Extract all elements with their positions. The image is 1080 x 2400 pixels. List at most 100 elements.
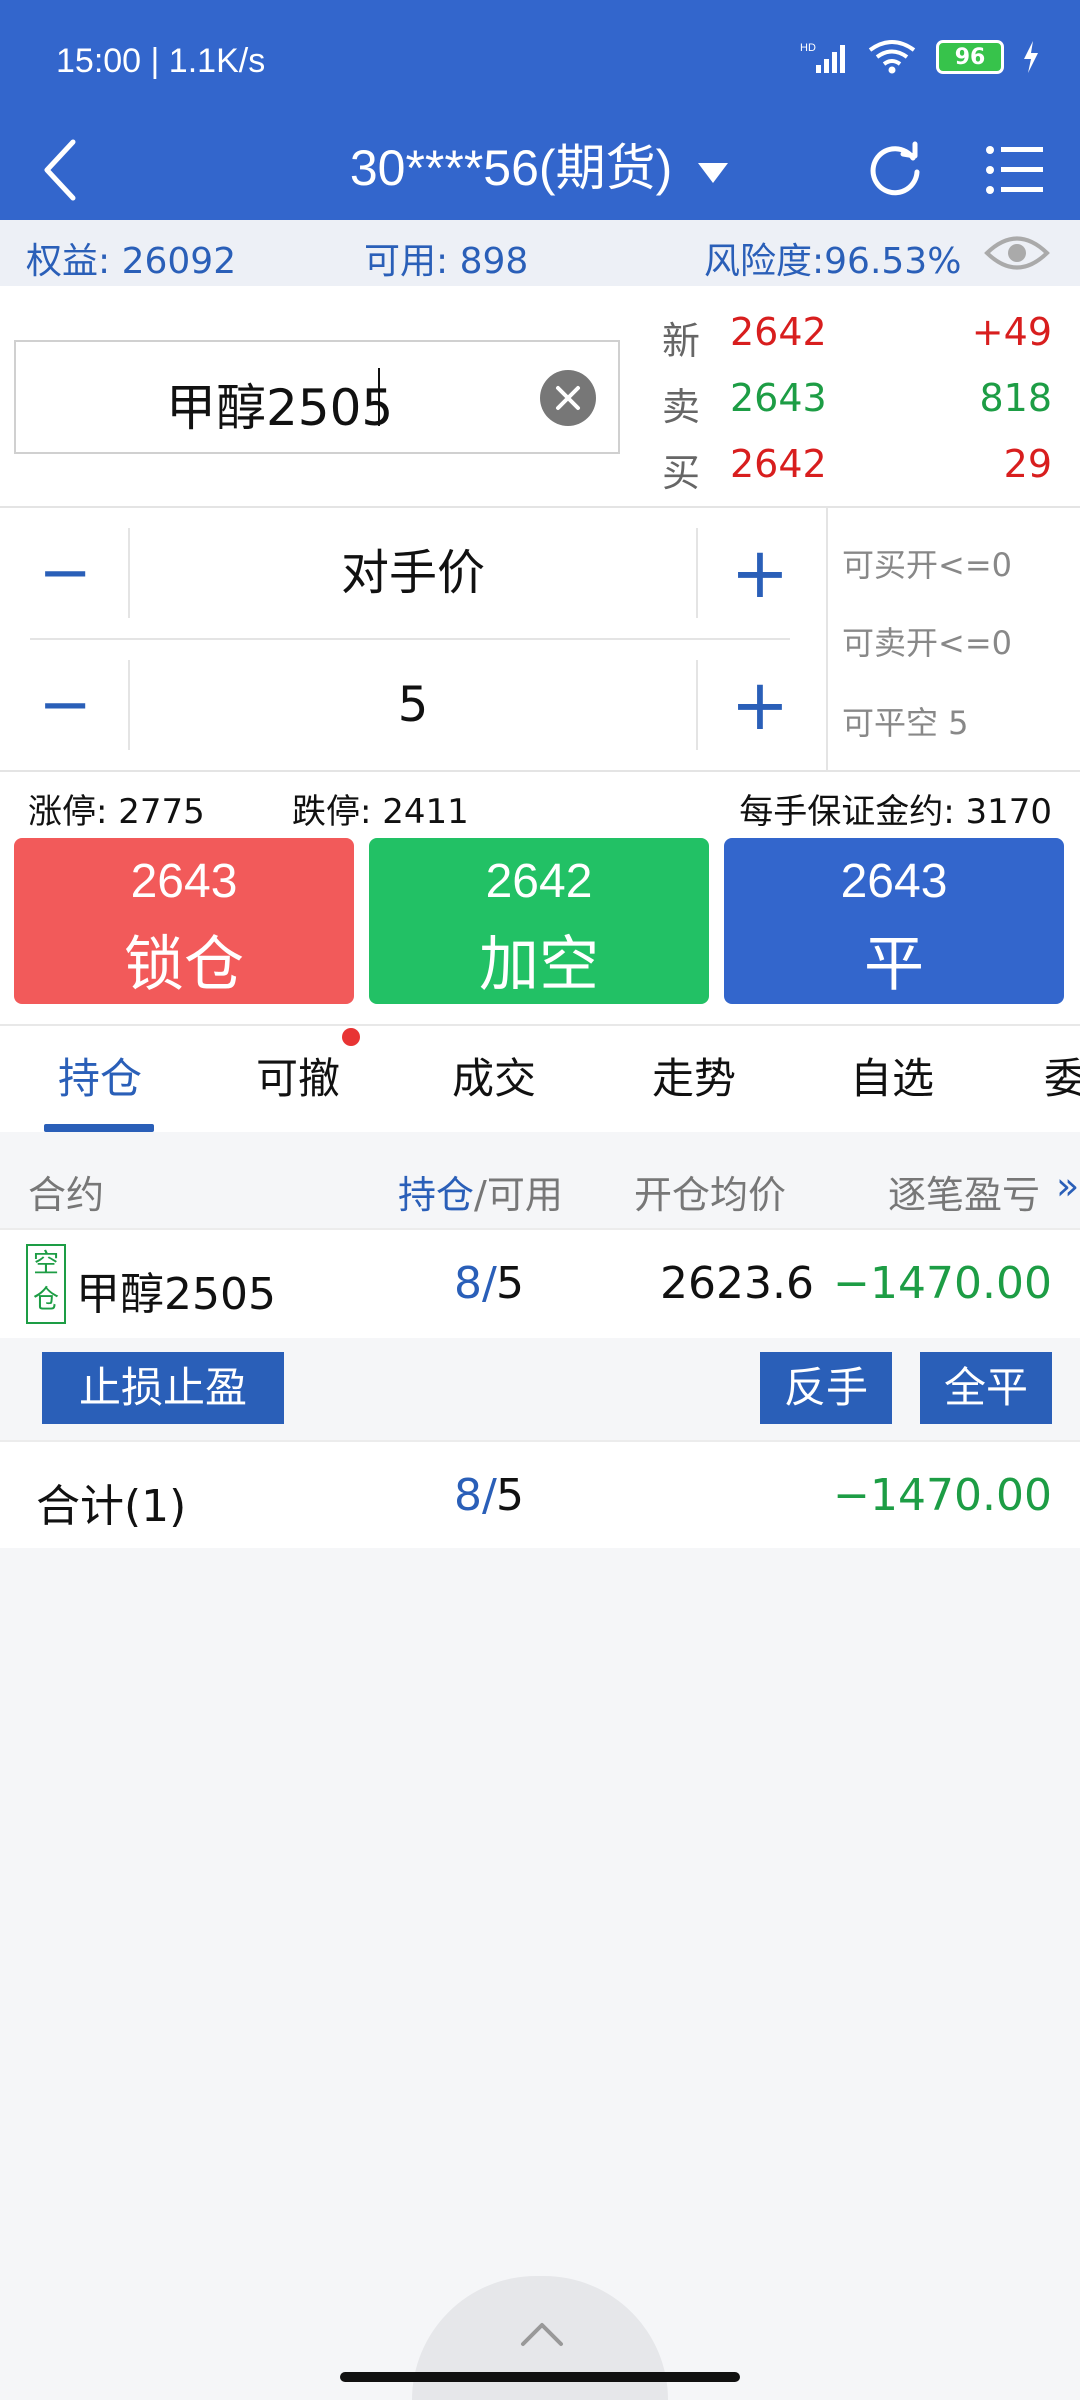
order-controls: − 对手价 + − 5 + 可买开<=0 可卖开<=0 可平空 5	[0, 506, 1080, 772]
button-price: 2643	[840, 855, 948, 908]
charging-icon	[1024, 41, 1038, 73]
quote-price: 2642	[730, 442, 827, 486]
available-info: 可买开<=0 可卖开<=0 可平空 5	[826, 508, 1080, 770]
quantity-row: − 5 +	[0, 640, 826, 770]
short-position-tag: 空仓	[26, 1244, 66, 1324]
header-slash: /	[474, 1173, 487, 1217]
header-pnl: 逐笔盈亏	[888, 1173, 1041, 1217]
chevron-up-icon	[521, 2323, 563, 2346]
svg-text:HD: HD	[800, 42, 816, 54]
total-pnl: −1470.00	[833, 1470, 1052, 1521]
triangle-down-icon	[698, 163, 729, 183]
quantity-field[interactable]: 5	[128, 660, 698, 750]
header-holding: 持仓	[398, 1173, 475, 1217]
add-short-button[interactable]: 2642 加空	[369, 838, 709, 1004]
tab-bar: 持仓 可撤 成交 走势 自选 委	[0, 1024, 1080, 1132]
tab-cancelable[interactable]: 可撤	[228, 1036, 368, 1122]
quote-label: 新	[662, 319, 701, 363]
position-pnl: −1470.00	[833, 1258, 1052, 1309]
tab-trades[interactable]: 成交	[424, 1036, 564, 1122]
price-type-field[interactable]: 对手价	[128, 528, 698, 618]
status-bar: 15:00 | 1.1K/s HD 96	[0, 0, 1080, 120]
nav-bar: 30****56(期货)	[0, 120, 1080, 220]
position-available: 5	[496, 1258, 524, 1309]
quote-volume: +49	[971, 310, 1052, 354]
list-menu-icon	[986, 146, 1043, 194]
lock-position-button[interactable]: 2643 锁仓	[14, 838, 354, 1004]
equity-text: 权益: 26092	[26, 241, 237, 282]
button-action: 锁仓	[124, 930, 244, 1000]
quantity-minus-button[interactable]: −	[20, 668, 110, 742]
position-name: 甲醇2505	[76, 1269, 276, 1320]
quantity-plus-button[interactable]: +	[710, 664, 810, 746]
signal-icon: HD	[800, 42, 845, 73]
margin-text: 每手保证金约: 3170	[739, 792, 1052, 832]
quote-label: 买	[662, 451, 701, 495]
button-price: 2642	[485, 855, 593, 908]
more-columns-icon[interactable]: »	[1056, 1164, 1079, 1208]
quote-price: 2642	[730, 310, 827, 354]
app-header: 15:00 | 1.1K/s HD 96 30****56(期货)	[0, 0, 1080, 220]
account-title: 30****56(期货)	[349, 140, 673, 196]
notification-dot	[342, 1028, 360, 1046]
table-row[interactable]: 空仓 甲醇2505 8/ 5 2623.6 −1470.00	[0, 1228, 1080, 1338]
status-icons: HD 96	[800, 38, 1040, 76]
close-all-button[interactable]: 全平	[920, 1352, 1052, 1424]
reverse-button[interactable]: 反手	[760, 1352, 892, 1424]
quote-bid: 买 2642 29	[660, 432, 1060, 495]
position-actions: 止损止盈 反手 全平	[0, 1338, 1080, 1440]
battery-icon: 96	[936, 40, 1004, 74]
button-price: 2643	[130, 855, 238, 908]
available-text: 可用: 898	[364, 241, 529, 282]
header-holding-available[interactable]: 持仓/可用	[398, 1164, 563, 1219]
close-short-text: 可平空 5	[842, 704, 969, 742]
limit-down-text: 跌停: 2411	[292, 792, 469, 832]
header-available: 可用	[486, 1173, 563, 1217]
symbol-name: 甲醇2505	[166, 379, 394, 437]
price-row: − 对手价 +	[0, 508, 826, 638]
symbol-input[interactable]: 甲醇2505	[14, 340, 620, 454]
account-summary: 权益: 26092 可用: 898 风险度:96.53%	[0, 220, 1080, 286]
header-contract: 合约	[28, 1173, 105, 1217]
button-action: 加空	[479, 930, 599, 1000]
quote-last: 新 2642 +49	[660, 300, 1060, 363]
position-holding: 8/	[454, 1258, 497, 1309]
text-cursor	[378, 368, 380, 426]
tab-watchlist[interactable]: 自选	[822, 1036, 962, 1122]
button-action: 平	[864, 930, 924, 1000]
quote-price: 2643	[730, 376, 827, 420]
quote-ask: 卖 2643 818	[660, 366, 1060, 429]
sell-open-text: 可卖开<=0	[842, 624, 1012, 662]
risk-text: 风险度:96.53%	[704, 241, 962, 282]
refresh-icon	[870, 141, 920, 196]
clear-input-icon[interactable]	[540, 370, 596, 426]
eye-icon[interactable]	[984, 230, 1050, 276]
close-position-button[interactable]: 2643 平	[724, 838, 1064, 1004]
quote-volume: 818	[979, 376, 1052, 420]
total-label: 合计(1)	[36, 1481, 187, 1532]
wifi-icon	[868, 40, 916, 74]
tab-orders[interactable]: 委	[1044, 1036, 1080, 1122]
quote-block: 甲醇2505 新 2642 +49 卖 2643 818 买 2642 29	[0, 286, 1080, 506]
total-holding: 8/	[454, 1470, 497, 1521]
menu-button[interactable]	[980, 130, 1050, 210]
status-time: 15:00 | 1.1K/s	[56, 42, 266, 80]
quote-label: 卖	[662, 385, 701, 429]
price-minus-button[interactable]: −	[20, 536, 110, 610]
refresh-button[interactable]	[860, 130, 930, 210]
total-row: 合计(1) 8/ 5 −1470.00	[0, 1440, 1080, 1548]
active-tab-indicator	[44, 1124, 154, 1132]
quote-volume: 29	[1003, 442, 1052, 486]
home-indicator[interactable]	[340, 2372, 740, 2382]
limit-up-text: 涨停: 2775	[28, 792, 205, 832]
limits-bar: 涨停: 2775 跌停: 2411 每手保证金约: 3170	[0, 772, 1080, 834]
position-avg-price: 2623.6	[660, 1258, 814, 1309]
trade-buttons: 2643 锁仓 2642 加空 2643 平	[0, 834, 1080, 1024]
total-available: 5	[496, 1470, 524, 1521]
price-plus-button[interactable]: +	[710, 532, 810, 614]
tab-positions[interactable]: 持仓	[30, 1036, 170, 1122]
stop-loss-profit-button[interactable]: 止损止盈	[42, 1352, 284, 1424]
positions-table-header: 合约 持仓/可用 开仓均价 逐笔盈亏 »	[0, 1144, 1080, 1228]
tab-trend[interactable]: 走势	[624, 1036, 764, 1122]
buy-open-text: 可买开<=0	[842, 546, 1012, 584]
